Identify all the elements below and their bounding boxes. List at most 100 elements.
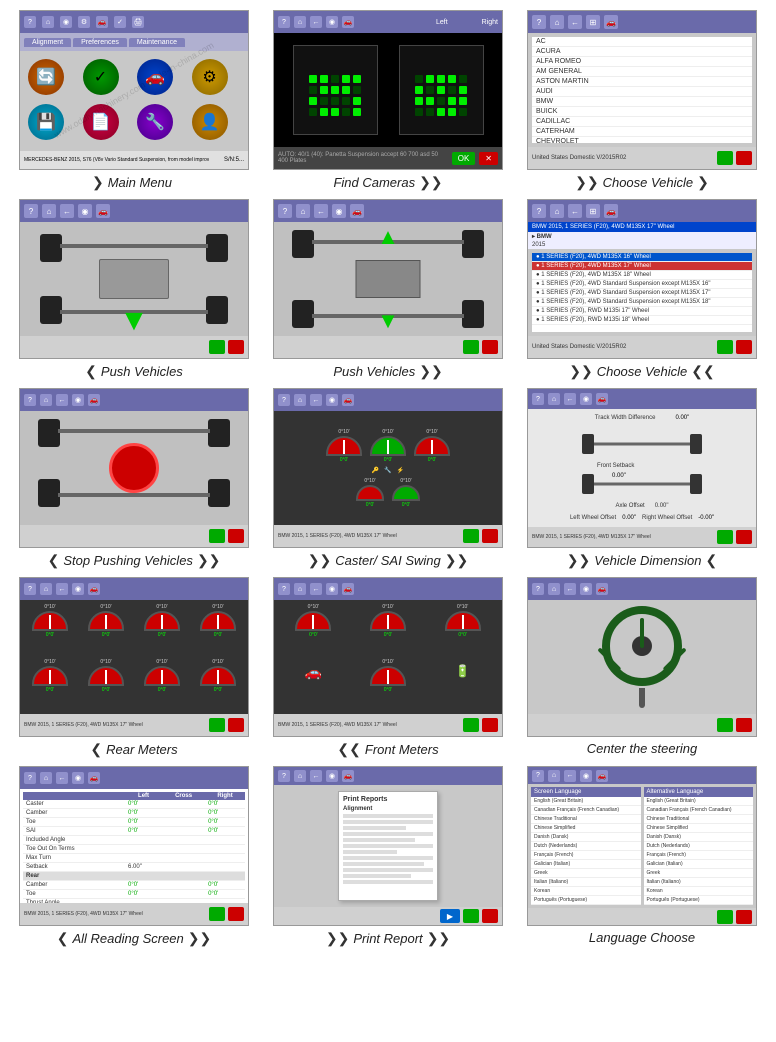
list-item-cadillac[interactable]: CADILLAC <box>532 117 752 127</box>
lang-item-pt[interactable]: Português (Portuguese) <box>531 896 641 905</box>
tab-maintenance[interactable]: Maintenance <box>129 38 185 47</box>
lang-alt-item-zh-tw[interactable]: Chinese Traditional <box>644 815 754 824</box>
cancel-btn-pv1[interactable] <box>228 340 244 354</box>
lang-alt-item-en-gb[interactable]: English (Great Britain) <box>644 797 754 806</box>
lang-alt-item-gl[interactable]: Galician (Italian) <box>644 860 754 869</box>
arrow-pr-l: ❯❯ <box>326 930 349 947</box>
model-item-1[interactable]: ● 1 SERIES (F20), 4WD M135X 17" Wheel <box>532 262 752 271</box>
model-item-6[interactable]: ● 1 SERIES (F20), RWD M135i 17" Wheel <box>532 307 752 316</box>
model-item-5[interactable]: ● 1 SERIES (F20), 4WD Standard Suspensio… <box>532 298 752 307</box>
ok-btn-vd[interactable] <box>717 530 733 544</box>
ok-btn-cv2[interactable] <box>717 340 733 354</box>
list-item-chevy[interactable]: CHEVROLET <box>532 137 752 143</box>
list-item-bmw[interactable]: BMW <box>532 97 752 107</box>
icon-tools[interactable]: 🔧 <box>137 104 173 140</box>
icon-car-3d[interactable]: 🚗 <box>137 59 173 95</box>
tab-alignment[interactable]: Alignment <box>24 38 71 47</box>
icon-report[interactable]: 📄 <box>83 104 119 140</box>
cancel-btn-pv2[interactable] <box>482 340 498 354</box>
cancel-btn-cv1[interactable] <box>736 151 752 165</box>
cv-bottom-2: United States Domestic V/2015R02 <box>528 336 756 358</box>
home-icon-lang: ⌂ <box>548 770 560 782</box>
list-item-acura[interactable]: ACURA <box>532 47 752 57</box>
list-item-audi[interactable]: AUDI <box>532 87 752 97</box>
icon-database[interactable]: 💾 <box>28 104 64 140</box>
lang-item-gl[interactable]: Galician (Italian) <box>531 860 641 869</box>
ar-th-label <box>23 792 125 800</box>
list-item-aston[interactable]: ASTON MARTIN <box>532 77 752 87</box>
rm-needle-2 <box>105 615 107 629</box>
cancel-btn-rm[interactable] <box>228 718 244 732</box>
ok-btn-caster[interactable] <box>463 529 479 543</box>
lang-item-fr[interactable]: Français (French) <box>531 851 641 860</box>
tab-preferences[interactable]: Preferences <box>73 38 127 47</box>
list-item-alfa[interactable]: ALFA ROMEO <box>532 57 752 67</box>
model-item-0[interactable]: ● 1 SERIES (F20), 4WD M135X 16" Wheel <box>532 253 752 262</box>
cancel-button-fc[interactable]: ✕ <box>479 152 498 165</box>
ok-btn-pv2[interactable] <box>463 340 479 354</box>
list-item-am[interactable]: AM GENERAL <box>532 67 752 77</box>
model-item-2[interactable]: ● 1 SERIES (F20), 4WD M135X 18" Wheel <box>532 271 752 280</box>
ok-btn-fm[interactable] <box>463 718 479 732</box>
lang-item-it[interactable]: Italian (Italiano) <box>531 878 641 887</box>
icon-wheel[interactable]: 🔄 <box>28 59 64 95</box>
version-text: S/N:5... <box>224 157 244 163</box>
rm-dial-8 <box>200 666 236 686</box>
lang-item-da[interactable]: Danish (Dansk) <box>531 833 641 842</box>
lang-alt-item-fr-ca[interactable]: Canadian Français (French Canadian) <box>644 806 754 815</box>
lang-item-ko[interactable]: Korean <box>531 887 641 896</box>
caption-row-cs: Center the steering <box>587 741 698 756</box>
lang-alt-item-it[interactable]: Italian (Italiano) <box>644 878 754 887</box>
lang-alt-item-fr[interactable]: Français (French) <box>644 851 754 860</box>
list-item-caterham[interactable]: CATERHAM <box>532 127 752 137</box>
cancel-btn-sp[interactable] <box>228 529 244 543</box>
print-btn-pr[interactable]: ▶ <box>440 909 460 923</box>
lang-item-zh-tw[interactable]: Chinese Traditional <box>531 815 641 824</box>
pv-bottom-1 <box>20 336 248 358</box>
camera-icon-pv2: ◉ <box>332 204 346 218</box>
rm-needle-8 <box>217 670 219 684</box>
lang-item-zh-cn[interactable]: Chinese Simplified <box>531 824 641 833</box>
model-item-3[interactable]: ● 1 SERIES (F20), 4WD Standard Suspensio… <box>532 280 752 289</box>
icon-checkmark[interactable]: ✓ <box>83 59 119 95</box>
ok-btn-ar[interactable] <box>209 907 225 921</box>
help-icon-ar: ? <box>24 772 36 784</box>
cancel-btn-vd[interactable] <box>736 530 752 544</box>
cancel-btn-pr[interactable] <box>482 909 498 923</box>
ok-btn-sp[interactable] <box>209 529 225 543</box>
icon-person[interactable]: 👤 <box>192 104 228 140</box>
ok-btn-pv1[interactable] <box>209 340 225 354</box>
back-icon-ar: ← <box>56 772 68 784</box>
lang-item-nl[interactable]: Dutch (Nederlands) <box>531 842 641 851</box>
cancel-btn-cv2[interactable] <box>736 340 752 354</box>
lang-alt-item-zh-cn[interactable]: Chinese Simplified <box>644 824 754 833</box>
lang-item-el[interactable]: Greek <box>531 869 641 878</box>
ok-btn-cs[interactable] <box>717 718 733 732</box>
ok-button-fc[interactable]: OK <box>452 152 476 165</box>
ok-btn-lang[interactable] <box>717 910 733 924</box>
ok-btn-pr[interactable] <box>463 909 479 923</box>
cancel-btn-ar[interactable] <box>228 907 244 921</box>
help-icon-vd: ? <box>532 393 544 405</box>
lang-alt-item-nl[interactable]: Dutch (Nederlands) <box>644 842 754 851</box>
lang-alt-item-el[interactable]: Greek <box>644 869 754 878</box>
icon-alignment[interactable]: ⚙ <box>192 59 228 95</box>
fm-gauge-6: 🔋 <box>427 659 498 710</box>
camera-icon-ar: ◉ <box>72 772 84 784</box>
list-item-ac[interactable]: AC <box>532 37 752 47</box>
lang-alt-item-ko[interactable]: Korean <box>644 887 754 896</box>
cancel-btn-caster[interactable] <box>482 529 498 543</box>
lang-alt-item-pt[interactable]: Português (Portuguese) <box>644 896 754 905</box>
model-item-4[interactable]: ● 1 SERIES (F20), 4WD Standard Suspensio… <box>532 289 752 298</box>
lang-item-en-gb[interactable]: English (Great Britain) <box>531 797 641 806</box>
list-item-buick[interactable]: BUICK <box>532 107 752 117</box>
lang-alt-item-da[interactable]: Danish (Dansk) <box>644 833 754 842</box>
gauge-value-2: 0°0' <box>384 457 393 463</box>
cancel-btn-lang[interactable] <box>736 910 752 924</box>
model-item-7[interactable]: ● 1 SERIES (F20), RWD M135i 18" Wheel <box>532 316 752 325</box>
ok-btn-cv1[interactable] <box>717 151 733 165</box>
cancel-btn-fm[interactable] <box>482 718 498 732</box>
ok-btn-rm[interactable] <box>209 718 225 732</box>
lang-item-fr-ca[interactable]: Canadian Français (French Canadian) <box>531 806 641 815</box>
cancel-btn-cs[interactable] <box>736 718 752 732</box>
